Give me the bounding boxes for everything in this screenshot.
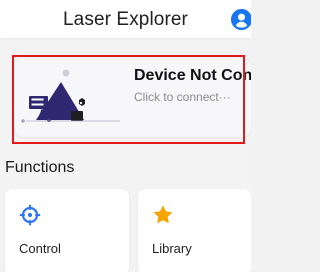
library-card[interactable]: Library <box>138 189 251 272</box>
control-label: Control <box>19 241 61 256</box>
page-title: Laser Explorer <box>63 9 188 30</box>
device-connect-hint: Click to connect··· <box>134 90 231 104</box>
device-status-title: Device Not Connected <box>134 67 251 84</box>
functions-section-title: Functions <box>5 159 75 176</box>
app: Laser Explorer Device Not Con Click to c… <box>0 0 251 272</box>
star-icon <box>153 205 173 224</box>
crosshair-icon <box>19 204 41 226</box>
user-icon <box>231 9 251 30</box>
control-card[interactable]: Control <box>5 189 129 272</box>
device-status-card[interactable]: Device Not Connected Click to connect··· <box>14 58 251 137</box>
header: Laser Explorer <box>0 0 251 38</box>
device-illustration <box>18 64 126 134</box>
library-label: Library <box>152 241 192 256</box>
user-avatar-button[interactable] <box>231 9 251 30</box>
